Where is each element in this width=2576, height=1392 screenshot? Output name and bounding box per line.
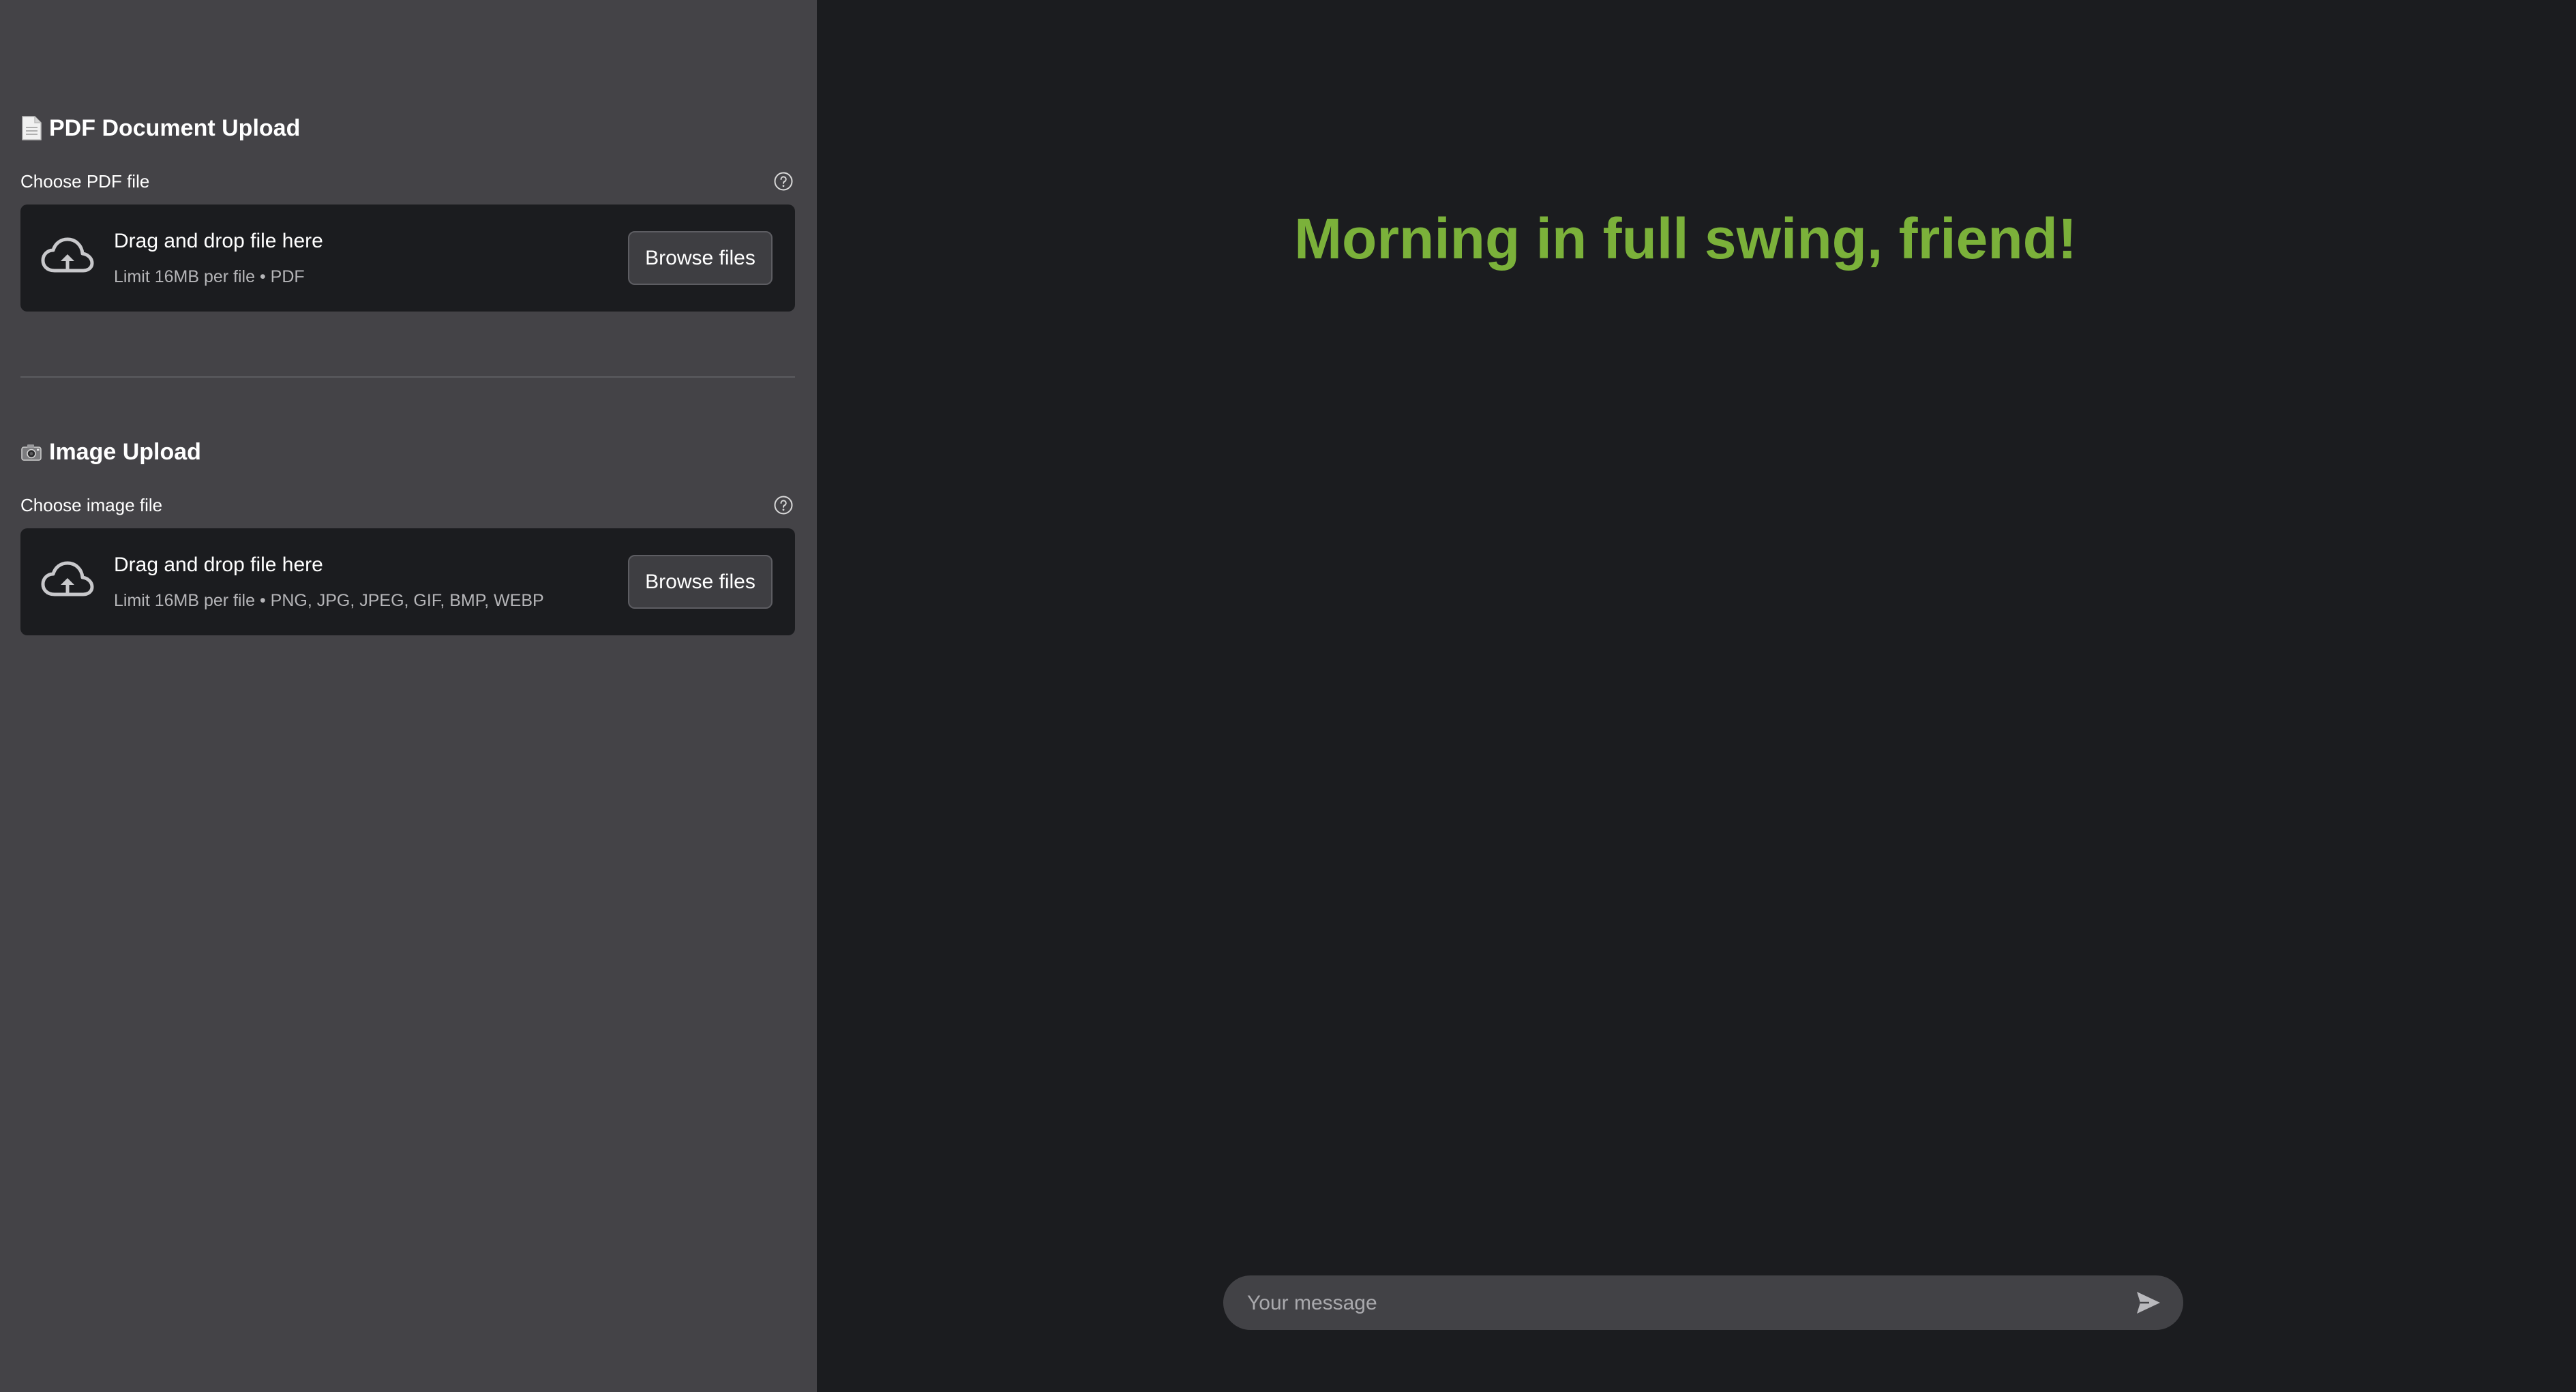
sidebar: PDF Document Upload Choose PDF file Drag… — [0, 0, 817, 1392]
camera-icon — [21, 444, 42, 461]
image-dropzone-title: Drag and drop file here — [114, 554, 323, 576]
section-divider — [20, 376, 795, 378]
image-dropzone-limit: Limit 16MB per file • PNG, JPG, JPEG, GI… — [114, 591, 544, 610]
image-section-title-text: Image Upload — [49, 439, 201, 465]
chat-message-input[interactable] — [1246, 1275, 2108, 1331]
pdf-section-title: PDF Document Upload — [20, 115, 300, 142]
pdf-browse-files-button[interactable]: Browse files — [628, 231, 773, 285]
page-document-icon — [22, 116, 42, 140]
image-dropzone[interactable]: Drag and drop file here Limit 16MB per f… — [20, 528, 795, 635]
chat-input-container — [1223, 1275, 2183, 1331]
pdf-dropzone-title: Drag and drop file here — [114, 230, 323, 252]
image-browse-files-button[interactable]: Browse files — [628, 555, 773, 609]
image-section-title: Image Upload — [20, 438, 201, 466]
send-icon[interactable] — [2134, 1289, 2163, 1316]
cloud-upload-icon — [41, 561, 94, 596]
pdf-dropzone[interactable]: Drag and drop file here Limit 16MB per f… — [20, 205, 795, 312]
cloud-upload-icon — [41, 237, 94, 273]
greeting-heading: Morning in full swing, friend! — [1294, 207, 2077, 271]
pdf-dropzone-limit: Limit 16MB per file • PDF — [114, 267, 305, 286]
image-file-label: Choose image file — [20, 495, 163, 515]
pdf-section-title-text: PDF Document Upload — [49, 115, 301, 141]
pdf-file-label: Choose PDF file — [20, 171, 150, 192]
help-icon[interactable] — [773, 495, 794, 515]
main-content: Morning in full swing, friend! — [817, 0, 2576, 1392]
help-icon[interactable] — [773, 171, 794, 192]
